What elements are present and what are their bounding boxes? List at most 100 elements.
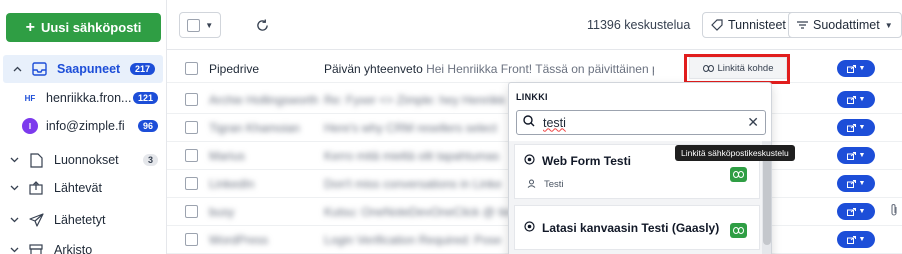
send-icon [26,212,46,228]
sidebar-item-label: info@zimple.fi [46,119,125,133]
link-conversation-button[interactable] [730,167,747,182]
chevron-down-icon[interactable] [10,215,20,226]
filter-icon [797,21,808,29]
tooltip: Linkitä sähköpostikeskustelu [675,145,795,161]
filters-button[interactable]: Suodattimet ▼ [788,12,902,38]
table-row[interactable]: Pipedrive Päivän yhteenveto Hei Henriikk… [167,55,902,83]
result-owner-name: Testi [544,179,564,190]
sidebar-item-label: Luonnokset [54,153,119,167]
link-icon [733,227,744,234]
mail-sender: Marius [209,148,246,163]
row-action-button[interactable]: ▼ [837,91,875,108]
link-conversation-button[interactable] [730,223,747,238]
caret-down-icon[interactable]: ▼ [205,21,213,30]
unread-count-badge: 217 [129,63,155,75]
dropdown-title: LINKKI [516,92,548,102]
highlight-box [684,54,790,84]
open-icon [846,123,856,132]
tags-label: Tunnisteet [728,18,786,32]
mail-sender: WordPress [209,232,269,247]
open-icon [846,207,856,216]
row-checkbox[interactable] [185,62,198,75]
chevron-down-icon[interactable] [10,245,20,254]
clear-search-icon[interactable]: ✕ [747,114,759,131]
attachment-icon [890,203,898,220]
mail-toolbar: ▼ 11396 keskustelua Tunnisteet ▼ Suodatt… [167,0,902,50]
sidebar-item-archive[interactable]: Arkisto [0,236,166,254]
link-dropdown: LINKKI testi ✕ Web Form Testi Testi Lata… [508,82,772,254]
link-search-input[interactable]: testi ✕ [516,110,766,135]
draft-icon [26,152,46,168]
open-icon [846,235,856,244]
sidebar-item-account[interactable]: HF henriikka.fron... 121 [0,84,166,112]
tag-icon [711,19,723,31]
new-email-button[interactable]: + Uusi sähköposti [6,13,161,42]
select-all-dropdown[interactable]: ▼ [179,12,221,38]
refresh-button[interactable] [248,12,276,38]
mail-sender: Tigran Khamoian [209,120,300,135]
plus-icon: + [25,18,35,36]
sidebar-item-label: Arkisto [54,243,93,254]
count-badge: 3 [142,154,158,166]
archive-icon [26,242,46,254]
mail-subject: Päivän yhteenveto Hei Henriikka Front! T… [324,62,654,76]
open-icon [846,95,856,104]
row-action-button[interactable]: ▼ [837,175,875,192]
row-action-button[interactable]: ▼ [837,60,875,77]
select-all-checkbox[interactable] [186,18,200,32]
search-value[interactable]: testi [543,116,747,130]
result-name: Latasi kanvaasin Testi (Gaasly) [542,221,720,235]
row-action-button[interactable]: ▼ [837,231,875,248]
mail-sender: LinkedIn [209,176,255,191]
mail-sender: busy [209,204,235,219]
target-icon [524,154,535,168]
row-checkbox[interactable] [185,149,198,162]
avatar: I [22,118,38,134]
sidebar-item-account[interactable]: I info@zimple.fi 96 [0,112,166,140]
refresh-icon [256,18,268,31]
sidebar-item-drafts[interactable]: Luonnokset 3 [0,146,166,174]
chevron-up-icon[interactable] [13,64,23,75]
open-icon [846,179,856,188]
sidebar-item-sent[interactable]: Lähetetyt [0,206,166,234]
unread-count-badge: 121 [132,92,158,104]
row-checkbox[interactable] [185,93,198,106]
person-icon [527,179,536,188]
filters-label: Suodattimet [813,18,880,32]
sidebar-item-label: Lähtevät [54,181,102,195]
mail-app: + Uusi sähköposti Saapuneet 217 HF henri… [0,0,902,254]
sidebar-item-label: Saapuneet [57,62,121,76]
row-action-button[interactable]: ▼ [837,119,875,136]
sidebar-item-inbox[interactable]: Saapuneet 217 [3,55,163,83]
link-icon [733,171,744,178]
mail-preview: Hei Henriikka Front! Tässä on päivittäin… [426,61,654,76]
caret-down-icon: ▼ [884,20,893,30]
unread-count-badge: 96 [137,120,158,132]
mail-sender: Pipedrive [209,61,260,76]
sidebar-item-label: henriikka.fron... [46,91,132,105]
open-icon [846,64,856,73]
row-checkbox[interactable] [185,205,198,218]
conversation-count: 11396 keskustelua [587,18,691,32]
outbox-icon [26,180,46,196]
avatar: HF [22,90,38,106]
row-checkbox[interactable] [185,121,198,134]
mail-subject-text: Päivän yhteenveto [324,61,423,76]
result-owner: Testi [527,179,564,190]
inbox-icon [29,61,49,77]
sidebar: + Uusi sähköposti Saapuneet 217 HF henri… [0,0,167,254]
mail-sender: Archie Hollingsworth [209,92,319,107]
new-email-label: Uusi sähköposti [40,20,142,35]
sidebar-item-outbox[interactable]: Lähtevät [0,174,166,202]
result-name: Web Form Testi [542,154,631,168]
row-checkbox[interactable] [185,233,198,246]
target-icon [524,221,535,235]
open-icon [846,151,856,160]
sidebar-item-label: Lähetetyt [54,213,106,227]
chevron-down-icon[interactable] [10,155,20,166]
row-checkbox[interactable] [185,177,198,190]
chevron-down-icon[interactable] [10,183,20,194]
row-action-button[interactable]: ▼ [837,147,875,164]
row-action-button[interactable]: ▼ [837,203,875,220]
list-item[interactable]: Latasi kanvaasin Testi (Gaasly) [514,205,760,250]
